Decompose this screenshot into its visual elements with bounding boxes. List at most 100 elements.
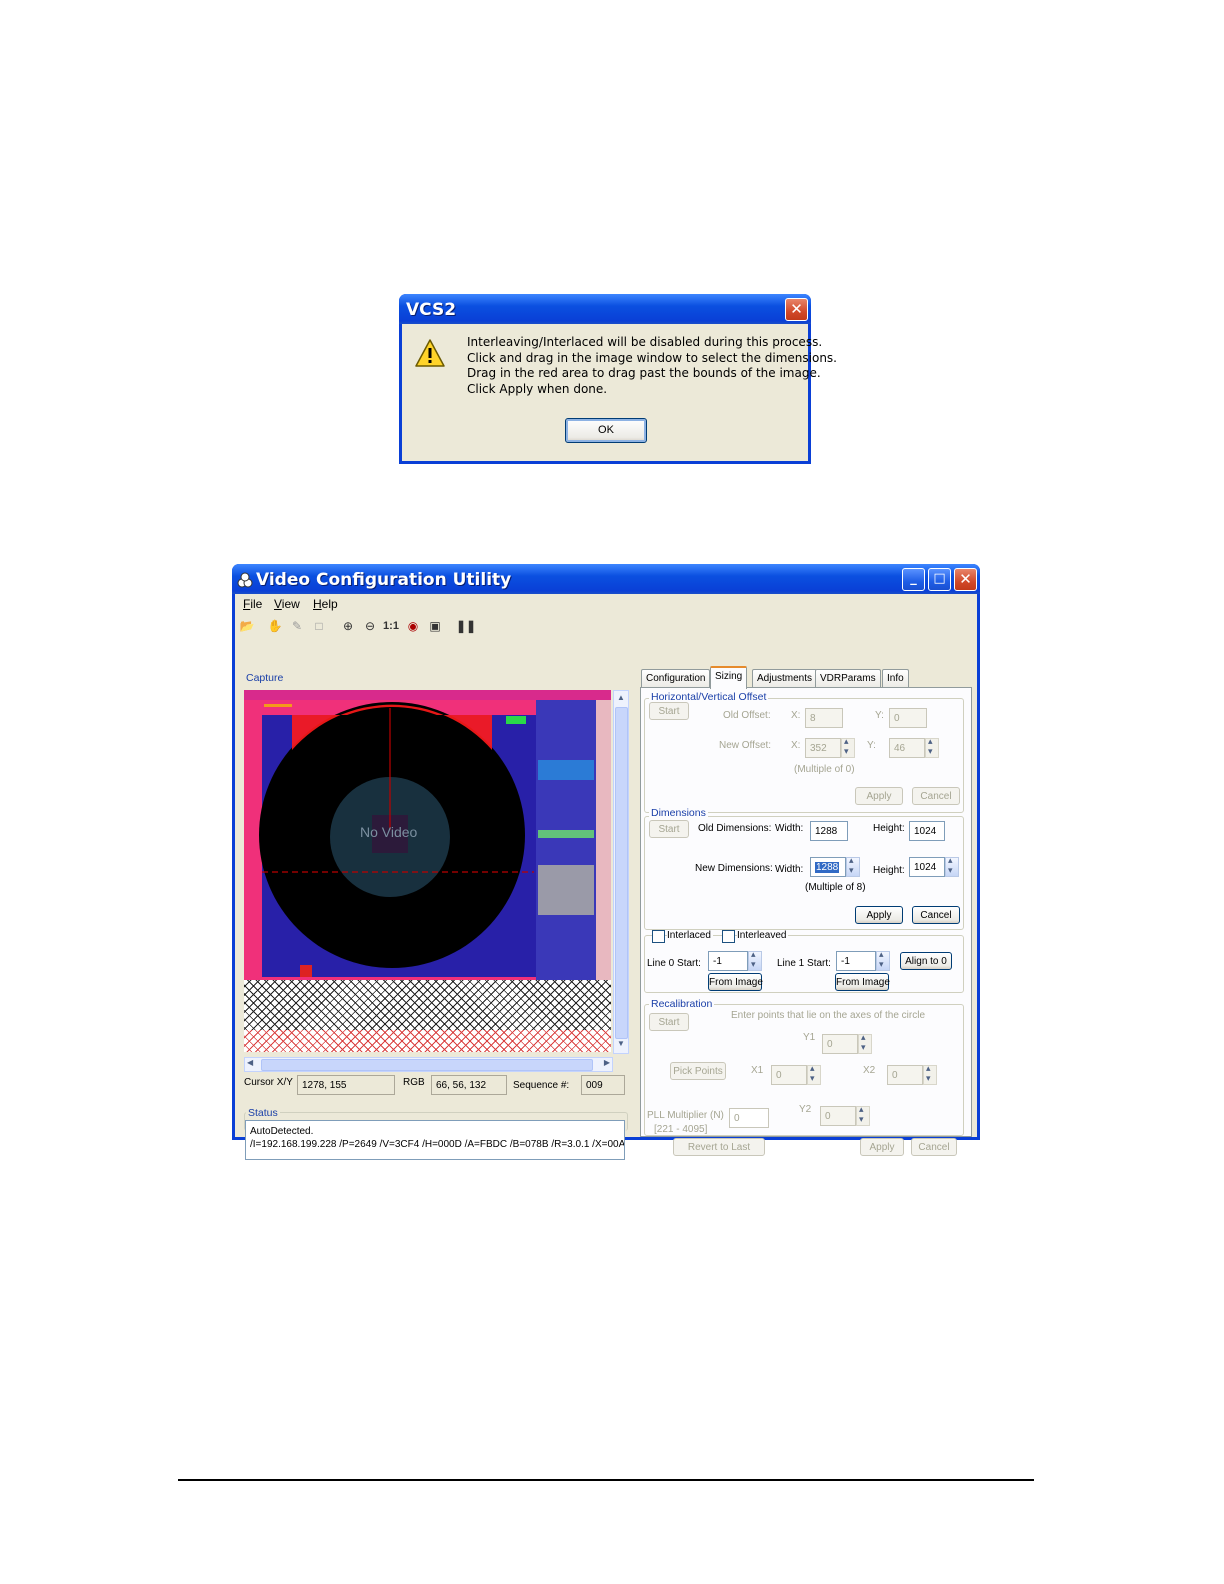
capture-view[interactable]: No Video [244,690,611,1052]
offset-cancel-button[interactable]: Cancel [912,787,960,805]
tab-sizing[interactable]: Sizing [710,666,748,689]
recal-apply-button[interactable]: Apply [860,1138,904,1156]
new-width-label: Width: [775,864,804,875]
red-drag-area[interactable] [244,1030,611,1052]
scroll-right-icon[interactable]: ▶ [604,1058,610,1067]
new-offset-y-input[interactable]: 46 [889,738,925,758]
old-width-input[interactable]: 1288 [810,821,848,841]
old-height-input[interactable]: 1024 [909,821,945,841]
tab-info[interactable]: Info [882,669,909,687]
new-offset-x-spinner[interactable] [841,736,855,758]
dimensions-cancel-button[interactable]: Cancel [912,906,960,924]
new-width-input[interactable]: 1288 [810,857,846,877]
new-offset-y-spinner[interactable] [925,736,939,758]
close-icon: ✕ [790,300,803,318]
new-height-input[interactable]: 1024 [909,857,945,877]
pll-range: [221 - 4095] [654,1124,708,1135]
capture-vscrollbar[interactable]: ▲ ▼ [613,690,629,1054]
capture-image: No Video [244,690,611,980]
x2-spinner[interactable] [923,1063,937,1085]
menu-view[interactable]: View [274,597,300,611]
select-icon[interactable]: □ [311,618,327,634]
vcs2-dialog: VCS2 ✕ Interleaving/Interlaced will be d… [399,294,837,464]
warning-icon [415,339,445,367]
x1-label: X1 [751,1065,764,1076]
y2-label: Y2 [799,1104,812,1115]
revert-to-last-button[interactable]: Revert to Last [673,1138,765,1156]
line1-input[interactable]: -1 [836,951,876,971]
line1-spinner[interactable] [876,949,890,971]
actual-size-icon[interactable]: 1:1 [383,618,399,634]
menu-file[interactable]: File [243,597,262,611]
align-to-0-button[interactable]: Align to 0 [900,952,952,970]
hand-icon[interactable]: ✋ [267,618,283,634]
y2-input[interactable]: 0 [820,1106,856,1126]
minimize-button[interactable]: _ [902,568,925,591]
status-text: AutoDetected. /I=192.168.199.228 /P=2649… [245,1120,625,1160]
scroll-down-icon[interactable]: ▼ [615,1039,627,1051]
sequence-label: Sequence #: [513,1080,570,1091]
y1-label: Y1 [803,1032,816,1043]
cursor-label: Cursor X/Y [244,1077,293,1088]
open-icon[interactable]: 📂 [239,618,255,634]
pick-icon[interactable]: ✎ [289,618,305,634]
capture-title: Capture [244,672,286,684]
dimensions-start-button[interactable]: Start [649,820,689,838]
y1-input[interactable]: 0 [822,1034,858,1054]
pause-icon[interactable]: ❚❚ [456,618,476,634]
window-client: File View Help 📂 ✋ ✎ □ ⊕ ⊖ 1:1 ◉ ▣ ❚❚ Ca… [235,594,977,1160]
pll-input[interactable]: 0 [729,1108,769,1128]
zoom-in-icon[interactable]: ⊕ [340,618,356,634]
vscroll-thumb[interactable] [615,707,628,1039]
old-width-label: Width: [775,823,804,834]
tab-configuration[interactable]: Configuration [641,669,711,687]
ok-button[interactable]: OK [565,418,647,443]
line0-spinner[interactable] [748,949,762,971]
interlaced-checkbox[interactable] [652,930,665,943]
old-offset-x-input[interactable]: 8 [805,708,843,728]
x1-input[interactable]: 0 [771,1065,807,1085]
maximize-button[interactable]: □ [928,568,951,591]
scroll-left-icon[interactable]: ◀ [247,1058,253,1067]
capture-hscrollbar[interactable]: ◀ ▶ [244,1057,613,1072]
dialog-message-line: Drag in the red area to drag past the bo… [467,366,821,380]
recal-cancel-button[interactable]: Cancel [911,1138,957,1156]
fit-icon[interactable]: ▣ [427,618,443,634]
line0-input[interactable]: -1 [708,951,748,971]
tab-adjustments[interactable]: Adjustments [752,669,818,687]
dialog-title: VCS2 [406,300,457,320]
scroll-up-icon[interactable]: ▲ [615,693,627,705]
pick-points-button[interactable]: Pick Points [670,1062,726,1080]
old-offset-y-input[interactable]: 0 [889,708,927,728]
video-config-window: Video Configuration Utility _ □ ✕ File V… [232,564,980,1160]
line1-from-image-button[interactable]: From Image [835,973,890,991]
offset-apply-button[interactable]: Apply [855,787,903,805]
y1-spinner[interactable] [858,1032,872,1054]
zoom-out-icon[interactable]: ⊖ [362,618,378,634]
new-width-spinner[interactable] [846,855,860,877]
offset-start-button[interactable]: Start [649,702,689,720]
new-height-spinner[interactable] [945,855,959,877]
dialog-message-line: Click and drag in the image window to se… [467,350,837,365]
close-icon: ✕ [959,570,972,588]
hscroll-thumb[interactable] [261,1059,593,1071]
dialog-close-button[interactable]: ✕ [785,298,808,321]
tab-vdrparams[interactable]: VDRParams [815,669,881,687]
dimensions-apply-button[interactable]: Apply [855,906,903,924]
new-offset-x-input[interactable]: 352 [805,738,841,758]
line0-from-image-button[interactable]: From Image [708,973,763,991]
y2-spinner[interactable] [856,1104,870,1126]
old-offset-label: Old Offset: [723,710,771,721]
x2-input[interactable]: 0 [887,1065,923,1085]
rgb-label: RGB [403,1077,425,1088]
x2-label: X2 [863,1065,876,1076]
record-icon[interactable]: ◉ [405,618,421,634]
menu-help[interactable]: Help [313,597,338,611]
window-close-button[interactable]: ✕ [954,568,977,591]
interleaved-checkbox[interactable] [722,930,735,943]
x1-spinner[interactable] [807,1063,821,1085]
status-line: AutoDetected. [250,1126,314,1137]
line1-label: Line 1 Start: [777,958,831,969]
status-line: /I=192.168.199.228 /P=2649 /V=3CF4 /H=00… [250,1139,625,1150]
recal-start-button[interactable]: Start [649,1013,689,1031]
